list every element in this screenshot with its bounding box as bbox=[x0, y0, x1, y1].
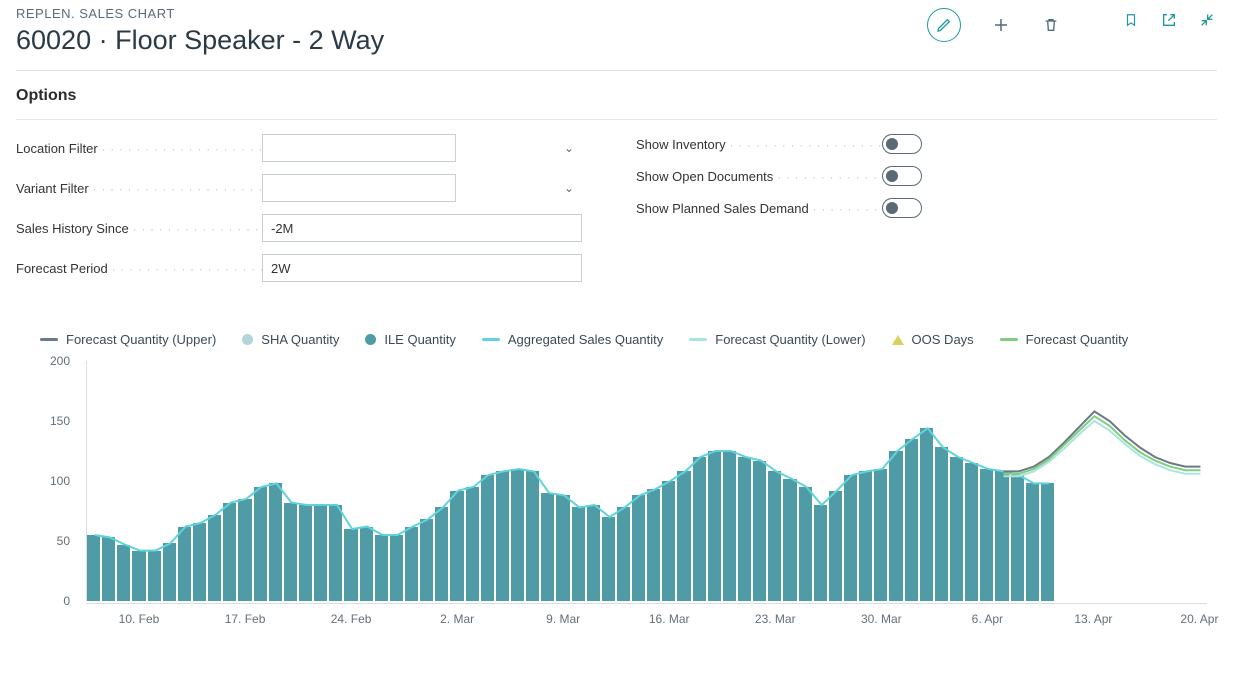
x-tick: 20. Apr bbox=[1180, 612, 1218, 626]
toggle-knob bbox=[886, 170, 898, 182]
collapse-button[interactable] bbox=[1197, 10, 1217, 30]
show-inventory-label: Show Inventory bbox=[636, 137, 882, 152]
legend-swatch bbox=[482, 338, 500, 341]
show-planned-sales-demand-label: Show Planned Sales Demand bbox=[636, 201, 882, 216]
x-tick: 17. Feb bbox=[225, 612, 266, 626]
location-filter-label: Location Filter bbox=[16, 141, 262, 156]
legend-forecast-quantity: Forecast Quantity bbox=[1000, 332, 1129, 347]
legend-sha-quantity: SHA Quantity bbox=[242, 332, 339, 347]
pencil-icon bbox=[936, 17, 952, 33]
legend-label: Forecast Quantity bbox=[1026, 332, 1129, 347]
forecast-period-label: Forecast Period bbox=[16, 261, 262, 276]
plot-area bbox=[86, 361, 1207, 601]
x-tick: 9. Mar bbox=[546, 612, 580, 626]
variant-filter-select[interactable] bbox=[262, 174, 456, 202]
legend-label: Forecast Quantity (Lower) bbox=[715, 332, 865, 347]
show-open-documents-toggle[interactable] bbox=[882, 166, 922, 186]
popout-icon bbox=[1161, 12, 1177, 28]
x-tick: 16. Mar bbox=[649, 612, 690, 626]
legend-swatch bbox=[689, 338, 707, 341]
bookmark-button[interactable] bbox=[1121, 10, 1141, 30]
toggle-knob bbox=[886, 202, 898, 214]
lines-layer bbox=[87, 361, 1207, 601]
divider bbox=[16, 70, 1217, 71]
x-tick: 24. Feb bbox=[331, 612, 372, 626]
sales-history-since-input[interactable] bbox=[262, 214, 582, 242]
legend-swatch bbox=[892, 335, 904, 345]
chevron-down-icon: ⌄ bbox=[564, 181, 574, 195]
legend-oos-days: OOS Days bbox=[892, 332, 974, 347]
popout-button[interactable] bbox=[1159, 10, 1179, 30]
forecast-period-input[interactable] bbox=[262, 254, 582, 282]
plus-icon bbox=[992, 16, 1010, 34]
sales-chart: 050100150200 10. Feb17. Feb24. Feb2. Mar… bbox=[40, 361, 1207, 631]
breadcrumb: REPLEN. SALES CHART bbox=[16, 6, 927, 21]
chevron-down-icon: ⌄ bbox=[564, 141, 574, 155]
legend-ile-quantity: ILE Quantity bbox=[365, 332, 456, 347]
chart-legend: Forecast Quantity (Upper) SHA Quantity I… bbox=[40, 332, 1217, 347]
series-line bbox=[1003, 421, 1200, 476]
edit-button[interactable] bbox=[927, 8, 961, 42]
legend-label: Aggregated Sales Quantity bbox=[508, 332, 663, 347]
legend-swatch bbox=[40, 338, 58, 341]
x-tick: 23. Mar bbox=[755, 612, 796, 626]
y-tick: 0 bbox=[63, 594, 70, 608]
x-tick: 13. Apr bbox=[1074, 612, 1112, 626]
legend-label: SHA Quantity bbox=[261, 332, 339, 347]
legend-aggregated-sales: Aggregated Sales Quantity bbox=[482, 332, 663, 347]
show-open-documents-label: Show Open Documents bbox=[636, 169, 882, 184]
collapse-icon bbox=[1199, 12, 1215, 28]
series-line bbox=[95, 428, 1049, 550]
show-planned-sales-demand-toggle[interactable] bbox=[882, 198, 922, 218]
legend-forecast-upper: Forecast Quantity (Upper) bbox=[40, 332, 216, 347]
trash-icon bbox=[1043, 16, 1059, 34]
x-tick: 2. Mar bbox=[440, 612, 474, 626]
legend-label: OOS Days bbox=[912, 332, 974, 347]
location-filter-select[interactable] bbox=[262, 134, 456, 162]
legend-swatch bbox=[1000, 338, 1018, 341]
legend-label: Forecast Quantity (Upper) bbox=[66, 332, 216, 347]
sales-history-since-label: Sales History Since bbox=[16, 221, 262, 236]
delete-button[interactable] bbox=[1041, 15, 1061, 35]
legend-swatch bbox=[365, 334, 376, 345]
y-tick: 200 bbox=[50, 354, 70, 368]
variant-filter-label: Variant Filter bbox=[16, 181, 262, 196]
options-section-title: Options bbox=[16, 87, 1217, 105]
y-tick: 100 bbox=[50, 474, 70, 488]
x-tick: 6. Apr bbox=[972, 612, 1003, 626]
x-axis: 10. Feb 17. Feb 24. Feb 2. Mar 9. Mar 16. Mar… bbox=[86, 603, 1207, 631]
y-tick: 50 bbox=[57, 534, 70, 548]
page-title: 60020 · Floor Speaker - 2 Way bbox=[16, 25, 927, 56]
legend-swatch bbox=[242, 334, 253, 345]
bookmark-icon bbox=[1124, 11, 1138, 29]
legend-label: ILE Quantity bbox=[384, 332, 456, 347]
x-tick: 10. Feb bbox=[119, 612, 160, 626]
y-axis: 050100150200 bbox=[40, 361, 76, 601]
x-tick: 30. Mar bbox=[861, 612, 902, 626]
new-button[interactable] bbox=[991, 15, 1011, 35]
y-tick: 150 bbox=[50, 414, 70, 428]
toggle-knob bbox=[886, 138, 898, 150]
show-inventory-toggle[interactable] bbox=[882, 134, 922, 154]
legend-forecast-lower: Forecast Quantity (Lower) bbox=[689, 332, 865, 347]
